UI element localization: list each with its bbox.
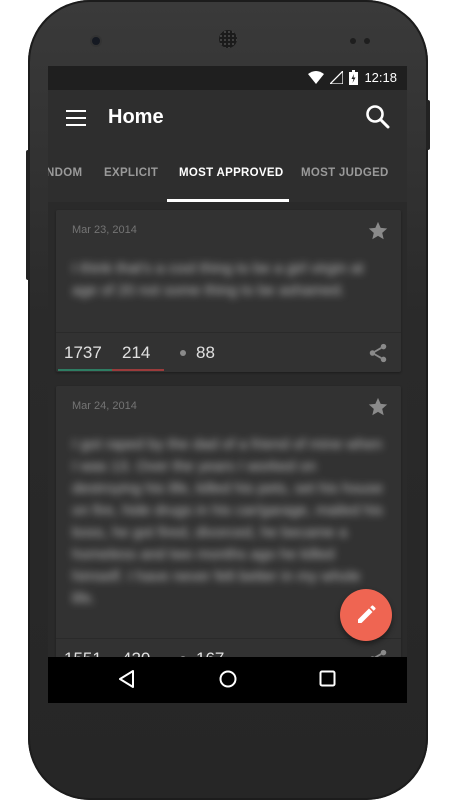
proximity-sensor [350, 38, 356, 44]
back-icon[interactable] [118, 669, 136, 689]
share-icon[interactable] [367, 648, 389, 657]
post-list: Mar 23, 2014 I think that's a cool thing… [48, 202, 407, 657]
app-toolbar: Home [48, 90, 407, 146]
judge-count[interactable]: 214 [122, 343, 150, 363]
tab-most-approved[interactable]: MOST APPROVED [179, 167, 283, 179]
battery-icon [349, 70, 359, 85]
page-title: Home [108, 106, 164, 128]
approve-count[interactable]: 1551 [64, 649, 102, 657]
approve-ratio-bar [58, 369, 112, 371]
search-icon[interactable] [365, 104, 391, 130]
comment-count[interactable]: 167 [196, 649, 224, 657]
front-camera [92, 37, 100, 45]
approve-count[interactable]: 1737 [64, 343, 102, 363]
tab-bar: NDOM EXPLICIT MOST APPROVED MOST JUDGED [48, 146, 407, 202]
tab-explicit[interactable]: EXPLICIT [104, 167, 158, 179]
judge-count[interactable]: 420 [122, 649, 150, 657]
judge-ratio-bar [112, 369, 164, 371]
post-footer: 1737 214 88 [56, 332, 401, 373]
post-card[interactable]: Mar 23, 2014 I think that's a cool thing… [56, 210, 401, 372]
menu-icon[interactable] [66, 109, 86, 127]
star-icon[interactable] [367, 220, 389, 242]
home-icon[interactable] [218, 669, 238, 689]
tab-random[interactable]: NDOM [48, 167, 82, 179]
wifi-icon [308, 71, 325, 84]
status-bar: 12:18 [48, 66, 407, 90]
status-time: 12:18 [364, 70, 397, 85]
tab-most-judged[interactable]: MOST JUDGED [301, 167, 389, 179]
recents-icon[interactable] [319, 670, 336, 687]
screen: 12:18 Home NDOM EXPLICIT MOST APPROVED M… [48, 66, 407, 703]
star-icon[interactable] [367, 396, 389, 418]
post-date: Mar 23, 2014 [72, 224, 137, 236]
compose-button[interactable] [340, 589, 392, 641]
system-nav-bar [48, 657, 407, 703]
post-text: I got raped by the dad of a friend of mi… [72, 436, 384, 607]
comment-count[interactable]: 88 [196, 343, 215, 363]
light-sensor [364, 38, 370, 44]
comment-dot-icon [180, 350, 186, 356]
volume-button [26, 150, 30, 280]
power-button [426, 100, 430, 150]
share-icon[interactable] [367, 342, 389, 364]
post-footer: 1551 420 167 [56, 638, 401, 657]
post-date: Mar 24, 2014 [72, 400, 137, 412]
signal-icon [330, 71, 344, 84]
edit-icon [358, 605, 376, 623]
post-text: I think that's a cool thing to be a girl… [72, 260, 364, 299]
earpiece-speaker [219, 30, 237, 48]
